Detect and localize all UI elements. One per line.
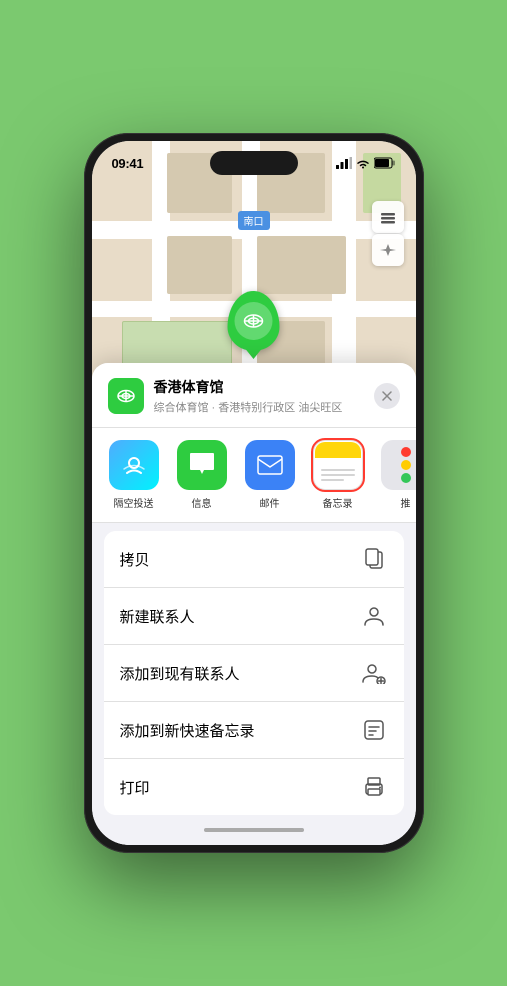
location-header: 香港体育馆 综合体育馆 · 香港特别行政区 油尖旺区	[92, 363, 416, 428]
share-messages[interactable]: 信息	[168, 440, 236, 510]
messages-label: 信息	[192, 495, 212, 510]
action-print[interactable]: 打印	[104, 759, 404, 815]
print-icon	[360, 773, 388, 801]
mail-icon-wrap	[245, 440, 295, 490]
action-copy[interactable]: 拷贝	[104, 531, 404, 588]
copy-label: 拷贝	[120, 549, 150, 570]
action-new-contact[interactable]: 新建联系人	[104, 588, 404, 645]
action-list: 拷贝 新建联系人	[104, 531, 404, 815]
location-icon	[108, 378, 144, 414]
phone-frame: 09:41	[84, 133, 424, 853]
airdrop-icon	[120, 451, 148, 479]
person-add-icon	[360, 659, 388, 687]
status-icons	[336, 157, 396, 169]
battery-icon	[374, 157, 396, 169]
share-row: 隔空投送 信息	[92, 428, 416, 523]
quick-note-label: 添加到新快速备忘录	[120, 720, 255, 741]
share-more[interactable]: 推	[372, 440, 416, 510]
note-icon	[360, 716, 388, 744]
add-contact-label: 添加到现有联系人	[120, 663, 240, 684]
copy-icon	[360, 545, 388, 573]
notes-label: 备忘录	[323, 495, 353, 510]
location-name: 香港体育馆	[154, 377, 364, 397]
map-layers-button[interactable]	[372, 201, 404, 233]
action-add-contact[interactable]: 添加到现有联系人	[104, 645, 404, 702]
mail-icon	[256, 454, 284, 476]
share-airdrop[interactable]: 隔空投送	[100, 440, 168, 510]
bottom-sheet: 香港体育馆 综合体育馆 · 香港特别行政区 油尖旺区	[92, 363, 416, 845]
messages-icon	[188, 452, 216, 478]
location-subtitle: 综合体育馆 · 香港特别行政区 油尖旺区	[154, 399, 364, 415]
close-button[interactable]	[374, 383, 400, 409]
map-button-group	[372, 201, 404, 266]
home-bar	[92, 815, 416, 845]
dynamic-island	[210, 151, 298, 175]
location-info: 香港体育馆 综合体育馆 · 香港特别行政区 油尖旺区	[154, 377, 364, 415]
notes-icon-wrap	[313, 440, 363, 490]
share-mail[interactable]: 邮件	[236, 440, 304, 510]
action-quick-note[interactable]: 添加到新快速备忘录	[104, 702, 404, 759]
print-label: 打印	[120, 777, 150, 798]
notes-icon	[315, 442, 361, 488]
marker-pin	[228, 291, 280, 351]
person-icon	[360, 602, 388, 630]
new-contact-label: 新建联系人	[120, 606, 195, 627]
more-label: 推	[401, 495, 411, 510]
stadium-icon	[242, 309, 266, 333]
home-indicator	[204, 828, 304, 832]
close-icon	[382, 391, 392, 401]
map-location-label: 南口	[238, 211, 270, 230]
share-notes[interactable]: 备忘录	[304, 440, 372, 510]
airdrop-icon-wrap	[109, 440, 159, 490]
wifi-icon	[356, 158, 370, 169]
more-icon-wrap	[381, 440, 416, 490]
map-location-button[interactable]	[372, 234, 404, 266]
mail-label: 邮件	[260, 495, 280, 510]
phone-screen: 09:41	[92, 141, 416, 845]
messages-icon-wrap	[177, 440, 227, 490]
venue-icon	[115, 385, 137, 407]
airdrop-label: 隔空投送	[114, 495, 154, 510]
signal-icon	[336, 157, 352, 169]
status-time: 09:41	[112, 156, 144, 171]
more-dots	[393, 439, 416, 491]
